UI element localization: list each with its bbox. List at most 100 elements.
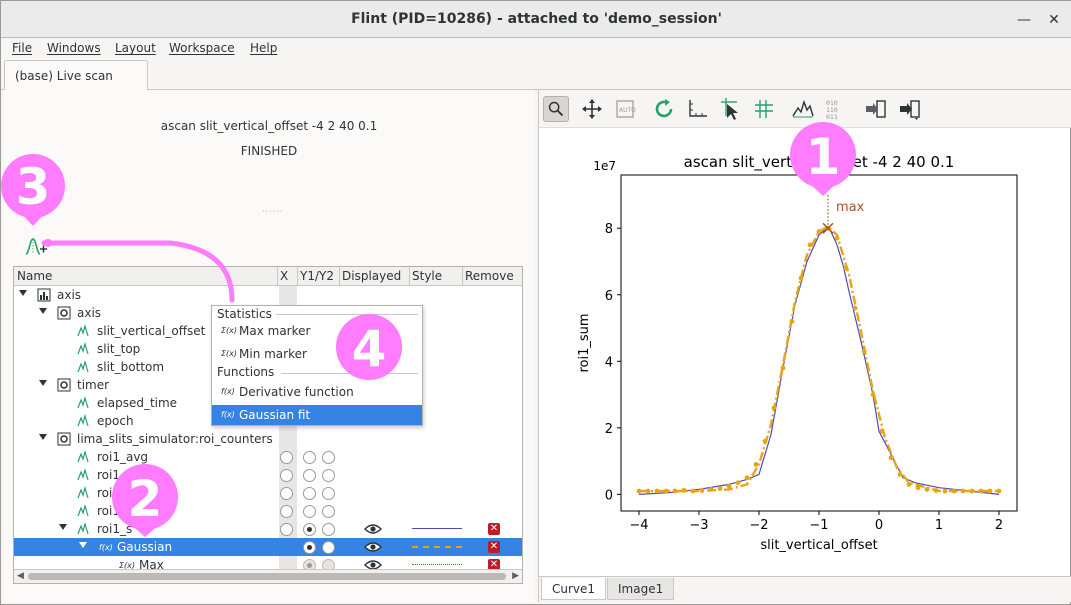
menu-windows[interactable]: Windows [47, 41, 101, 55]
y-tick-label: 8 [605, 222, 613, 237]
svg-text:AUTO: AUTO [619, 107, 636, 114]
tree-row-channel[interactable]: roi1 [14, 466, 522, 484]
menu-item-label: Derivative function [239, 385, 354, 399]
header-x[interactable]: X [280, 269, 288, 283]
add-function-icon[interactable] [24, 236, 48, 256]
scroll-right-icon[interactable]: ▶ [512, 571, 519, 581]
y1-radio[interactable] [303, 541, 316, 554]
data-point [816, 229, 822, 234]
x-radio[interactable] [280, 523, 293, 536]
expand-arrow-icon[interactable] [39, 380, 47, 386]
y2-radio[interactable] [322, 505, 335, 518]
tab-live-scan[interactable]: (base) Live scan [4, 60, 148, 91]
menu-workspace[interactable]: Workspace [169, 41, 235, 55]
max-annotation: max [836, 200, 865, 215]
y2-radio[interactable] [322, 541, 335, 554]
data-point [861, 348, 867, 354]
data-point [843, 265, 849, 271]
x-tick-label: −3 [689, 518, 708, 533]
title-bar[interactable]: Flint (PID=10286) - attached to 'demo_se… [1, 1, 1071, 38]
autoscale-icon[interactable]: AUTO [612, 96, 638, 122]
scrollbar-thumb[interactable] [28, 573, 506, 580]
menu-item-label: Max marker [239, 324, 311, 338]
y1-radio[interactable] [303, 487, 316, 500]
tree-row-label: roi1 [97, 468, 120, 482]
menu-item-gaussian-fit[interactable]: f(x) Gaussian fit [212, 405, 422, 425]
visible-eye-icon[interactable] [364, 541, 382, 553]
data-point [735, 480, 741, 486]
y1-radio[interactable] [303, 523, 316, 536]
horizontal-scrollbar[interactable]: ◀ ▶ [14, 569, 522, 583]
expand-arrow-icon[interactable] [39, 434, 47, 440]
close-icon[interactable]: ✕ [1044, 10, 1064, 30]
tab-image1[interactable]: Image1 [607, 578, 675, 600]
menu-layout[interactable]: Layout [115, 41, 156, 55]
y2-radio[interactable] [322, 487, 335, 500]
export-icon[interactable] [863, 96, 889, 122]
tree-row-channel[interactable]: roi1 [14, 502, 522, 520]
pan-icon[interactable] [579, 96, 605, 122]
menu-file[interactable]: File [12, 41, 32, 55]
y2-radio[interactable] [322, 523, 335, 536]
y1-radio[interactable] [303, 451, 316, 464]
remove-icon[interactable]: ✕ [488, 523, 500, 535]
expand-arrow-icon[interactable] [19, 290, 27, 296]
header-displayed[interactable]: Displayed [342, 269, 401, 283]
tree-row-channel[interactable]: roi1_avg [14, 448, 522, 466]
plot-panel: AUTO 010 110 011 ascan slit_vertical_offse… [538, 90, 1071, 602]
header-style[interactable]: Style [412, 269, 442, 283]
refresh-icon[interactable] [651, 96, 677, 122]
y1-radio[interactable] [303, 505, 316, 518]
curve-style-swatch[interactable] [412, 564, 462, 565]
x-tick-label: −4 [629, 518, 648, 533]
device-icon [57, 432, 71, 446]
fit-curve-icon[interactable] [790, 96, 816, 122]
y2-radio[interactable] [322, 469, 335, 482]
splitter-handle[interactable]: ······ [262, 207, 283, 216]
x-radio[interactable] [280, 505, 293, 518]
x-radio[interactable] [280, 469, 293, 482]
menu-item-max-marker[interactable]: Σ(x) Max marker [212, 321, 422, 341]
expand-arrow-icon[interactable] [79, 542, 87, 548]
data-point [906, 481, 912, 487]
svg-text:011: 011 [826, 113, 838, 121]
minimize-icon[interactable]: — [1014, 10, 1034, 30]
crosshair-cursor-icon[interactable] [717, 96, 743, 122]
data-point [942, 488, 948, 494]
y1-radio[interactable] [303, 469, 316, 482]
tree-row-device[interactable]: lima_slits_simulator:roi_counters [14, 430, 522, 448]
binary-data-icon[interactable]: 010110011 [824, 96, 850, 122]
remove-icon[interactable]: ✕ [488, 541, 500, 553]
header-y1y2[interactable]: Y1/Y2 [300, 269, 334, 283]
export-to-icon[interactable] [897, 96, 923, 122]
chart[interactable]: ascan slit_vertical_offset -4 2 40 0.1 1e… [539, 128, 1071, 576]
axis-options-icon[interactable] [685, 96, 711, 122]
data-point [888, 455, 894, 461]
zoom-icon[interactable] [543, 96, 569, 122]
y2-radio[interactable] [322, 451, 335, 464]
menu-item-min-marker[interactable]: Σ(x) Min marker [212, 344, 422, 364]
curve-style-swatch[interactable] [412, 528, 462, 529]
tree-row-plot[interactable]: axis [14, 286, 522, 304]
tree-row-channel[interactable]: roi1 [14, 484, 522, 502]
header-remove[interactable]: Remove [465, 269, 514, 283]
visible-eye-icon[interactable] [364, 523, 382, 535]
x-tick-label: −1 [809, 518, 828, 533]
curve-style-swatch[interactable] [412, 546, 462, 548]
x-radio[interactable] [280, 487, 293, 500]
menu-help[interactable]: Help [250, 41, 277, 55]
tab-curve1[interactable]: Curve1 [541, 578, 607, 600]
curve-icon [77, 522, 89, 535]
grid-icon[interactable] [751, 96, 777, 122]
curve-icon [77, 504, 89, 517]
x-radio[interactable] [280, 451, 293, 464]
tree-row-gaussian[interactable]: f(x) Gaussian ✕ [14, 538, 522, 556]
scroll-left-icon[interactable]: ◀ [17, 571, 24, 581]
header-name[interactable]: Name [17, 269, 52, 283]
expand-arrow-icon[interactable] [59, 524, 67, 530]
expand-arrow-icon[interactable] [39, 308, 47, 314]
tree-row-channel[interactable]: roi1_s ✕ [14, 520, 522, 538]
menu-item-derivative[interactable]: f(x) Derivative function [212, 382, 422, 402]
data-point [717, 485, 723, 491]
data-point [663, 488, 669, 494]
